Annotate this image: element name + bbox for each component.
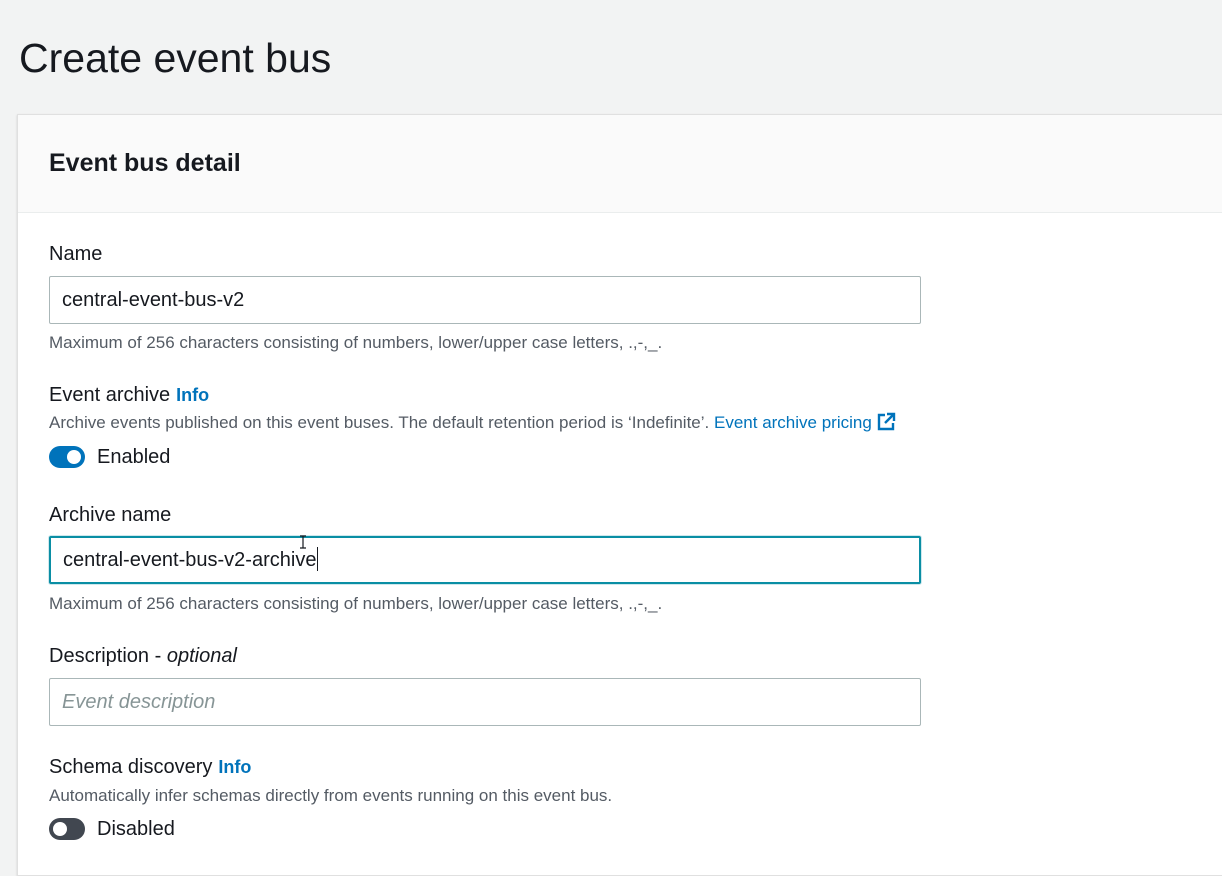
- panel-header: Event bus detail: [18, 115, 1222, 213]
- schema-discovery-toggle-row[interactable]: Disabled: [49, 815, 175, 843]
- event-archive-pricing-link-label: Event archive pricing: [714, 413, 872, 432]
- text-caret: [317, 547, 319, 571]
- event-archive-description-row: Archive events published on this event b…: [49, 412, 896, 434]
- schema-discovery-toggle[interactable]: [49, 818, 85, 840]
- archive-name-constraint-text: Maximum of 256 characters consisting of …: [49, 594, 663, 613]
- page-title: Create event bus: [19, 35, 332, 81]
- toggle-knob: [53, 822, 67, 836]
- name-label: Name: [49, 243, 103, 265]
- schema-discovery-info-link[interactable]: Info: [218, 757, 251, 777]
- panel-title: Event bus detail: [49, 149, 241, 177]
- external-link-icon: [877, 412, 896, 431]
- event-bus-detail-panel: Event bus detail Name central-event-bus-…: [17, 114, 1222, 876]
- event-archive-info-link[interactable]: Info: [176, 385, 209, 405]
- event-archive-description: Archive events published on this event b…: [49, 413, 710, 432]
- event-archive-toggle-label: Enabled: [97, 445, 171, 468]
- description-label-row: Description - optional: [49, 643, 237, 669]
- description-label: Description -: [49, 645, 162, 667]
- event-archive-pricing-link[interactable]: Event archive pricing: [714, 412, 896, 432]
- schema-discovery-toggle-label: Disabled: [97, 817, 175, 840]
- text-cursor-icon: [300, 535, 306, 549]
- description-input[interactable]: Event description: [49, 678, 921, 726]
- archive-name-input[interactable]: central-event-bus-v2-archive: [49, 536, 921, 584]
- event-archive-toggle[interactable]: [49, 446, 85, 468]
- archive-name-label: Archive name: [49, 504, 172, 526]
- optional-label: optional: [166, 645, 237, 667]
- name-constraint-text: Maximum of 256 characters consisting of …: [49, 333, 663, 352]
- description-placeholder: Event description: [62, 691, 216, 713]
- event-archive-toggle-row[interactable]: Enabled: [49, 443, 170, 471]
- schema-discovery-label: Schema discovery: [49, 756, 213, 778]
- event-archive-label: Event archive: [49, 384, 171, 406]
- name-input-value: central-event-bus-v2: [62, 289, 245, 311]
- event-archive-label-row: Event archive Info: [49, 382, 209, 408]
- name-input[interactable]: central-event-bus-v2: [49, 276, 921, 324]
- archive-name-input-value: central-event-bus-v2-archive: [63, 549, 317, 571]
- schema-discovery-label-row: Schema discovery Info: [49, 754, 251, 780]
- schema-discovery-description: Automatically infer schemas directly fro…: [49, 786, 613, 805]
- toggle-knob: [67, 450, 81, 464]
